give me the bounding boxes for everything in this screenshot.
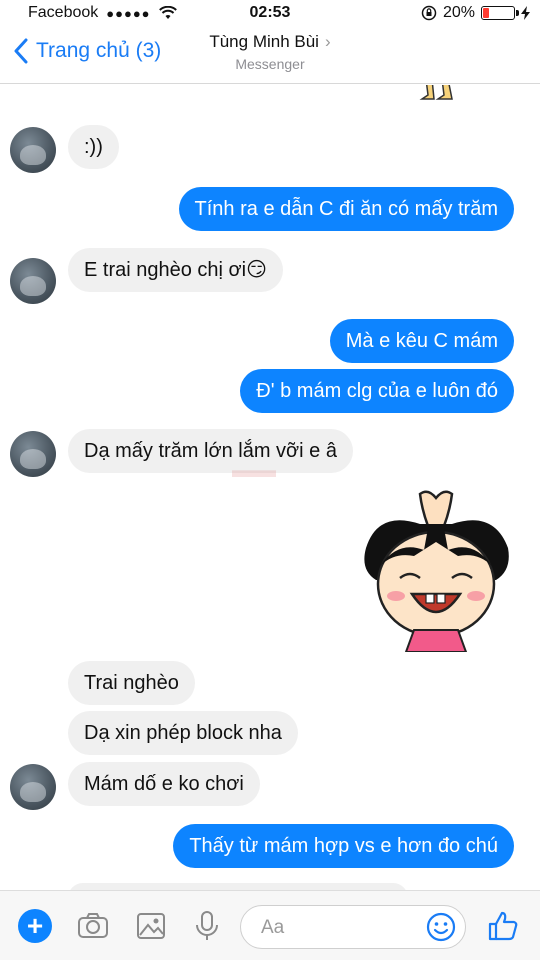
message-bubble-outgoing[interactable]: Mà e kêu C mám	[329, 319, 514, 363]
watermark-logo: ▬▬	[232, 457, 276, 482]
composer-bar: + Aa	[0, 890, 540, 960]
contact-title[interactable]: Tùng Minh Bùi › Messenger	[0, 32, 540, 72]
message-bubble-outgoing[interactable]: Tính ra e dẫn C đi ăn có mấy trăm	[178, 187, 514, 231]
avatar[interactable]	[10, 127, 56, 173]
message-bubble-outgoing[interactable]: Thấy từ mám hợp vs e hơn đo chú	[173, 824, 514, 868]
contact-name: Tùng Minh Bùi	[209, 32, 319, 51]
battery-icon	[481, 6, 519, 20]
message-bubble-incoming[interactable]: E trai nghèo chị ơi😏	[68, 248, 283, 292]
plus-icon[interactable]: +	[18, 909, 52, 943]
image-icon[interactable]	[134, 909, 168, 943]
contact-subtitle: Messenger	[235, 56, 305, 72]
message-bubble-incoming[interactable]: Mám dố e ko chơi	[68, 762, 260, 806]
avatar[interactable]	[10, 258, 56, 304]
message-bubble-partial	[68, 883, 408, 890]
microphone-icon[interactable]	[190, 909, 224, 943]
charging-bolt-icon	[521, 6, 530, 20]
avatar[interactable]	[10, 431, 56, 477]
battery-percent: 20%	[442, 4, 475, 21]
thumbs-up-icon[interactable]	[486, 909, 520, 943]
orientation-lock-icon	[421, 5, 437, 21]
camera-icon[interactable]	[76, 909, 110, 943]
message-bubble-incoming[interactable]: Dạ mấy trăm lớn lắm vỡi e â	[68, 429, 353, 473]
status-right: 20%	[421, 4, 530, 22]
message-input-placeholder: Aa	[261, 917, 285, 938]
avatar[interactable]	[10, 764, 56, 810]
message-bubble-incoming[interactable]: Trai nghèo	[68, 661, 195, 705]
emoji-icon[interactable]	[425, 911, 457, 943]
chevron-right-icon: ›	[324, 32, 331, 51]
message-bubble-incoming[interactable]: Dạ xin phép block nha	[68, 711, 298, 755]
conversation-header: Trang chủ (3) Tùng Minh Bùi › Messenger	[0, 28, 540, 84]
status-bar: Facebook ●●●●● 02:53 20%	[0, 0, 540, 28]
message-list[interactable]: :)) Tính ra e dẫn C đi ăn có mấy trăm E …	[0, 85, 540, 890]
message-bubble-outgoing[interactable]: Đ' b mám clg của e luôn đó	[240, 369, 514, 413]
praying-girl-sticker[interactable]	[358, 490, 514, 652]
message-input[interactable]: Aa	[240, 905, 466, 949]
sticker-feet-icon	[419, 85, 453, 100]
message-bubble-incoming[interactable]: :))	[68, 125, 119, 169]
